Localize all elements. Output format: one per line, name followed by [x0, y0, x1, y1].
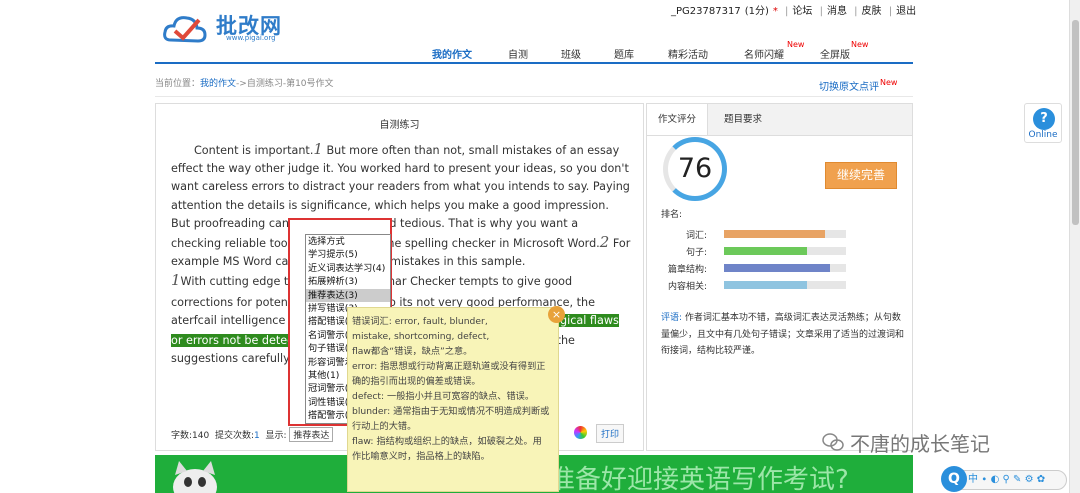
show-label: 显示: — [265, 431, 287, 441]
word-count-label: 字数: — [171, 431, 193, 441]
nav-fullscreen[interactable]: 全屏版 — [820, 46, 850, 61]
nav-question-bank[interactable]: 题库 — [614, 46, 634, 61]
scrollbar[interactable] — [1069, 0, 1080, 493]
score-tabs: 作文评分 题目要求 — [647, 104, 912, 136]
user-id[interactable]: _PG23787317 — [671, 6, 741, 17]
dropdown-option-selected[interactable]: 推荐表达(3) — [306, 288, 390, 303]
tab-score[interactable]: 作文评分 — [647, 104, 709, 135]
nav-underline — [155, 62, 913, 64]
teacher-comment: 评语: 作者词汇基本功不错，高级词汇表达灵活熟练；从句数量偏少，且文中有几处句子… — [661, 310, 906, 360]
link-messages[interactable]: 消息 — [827, 6, 847, 17]
sentence-number[interactable]: 2 — [600, 233, 610, 251]
color-picker-icon[interactable] — [574, 426, 587, 439]
watermark-text: 不唐的成长笔记 — [850, 432, 990, 456]
nav-my-essays[interactable]: 我的作文 — [432, 46, 472, 61]
essay-footer: 字数:140 提交次数:1 显示: 推荐表达 — [171, 427, 334, 442]
bar-track — [724, 281, 846, 289]
bar-label-vocab: 词汇: — [685, 231, 707, 241]
breadcrumb-rest: ->自测练习-第10号作文 — [236, 79, 334, 89]
nav-self-test[interactable]: 自测 — [508, 46, 528, 61]
close-icon[interactable]: × — [548, 306, 565, 323]
link-forum[interactable]: 论坛 — [792, 6, 812, 17]
nav-activities[interactable]: 精彩活动 — [668, 46, 708, 61]
link-logout[interactable]: 退出 — [896, 6, 916, 17]
bar-track — [724, 230, 846, 238]
tooltip-line: error: 指思想或行动背离正题轨道或没有得到正 — [352, 361, 546, 372]
submit-count-label: 提交次数: — [214, 431, 255, 441]
bar-label-sentence: 句子: — [685, 248, 707, 258]
suggestion-tooltip: 错误词汇: error, fault, blunder, mistake, sh… — [347, 307, 559, 492]
tooltip-line: defect: 一般指小并且可宽容的缺点、错误。 — [352, 391, 535, 402]
chat-icon: ? — [1033, 108, 1055, 130]
user-bar: _PG23787317 (1分) * | 论坛 | 消息 | 皮肤 | 退出 — [669, 2, 918, 17]
panel-title: 自测练习 — [379, 120, 420, 131]
continue-improve-button[interactable]: 继续完善 — [825, 162, 897, 189]
switch-label: 切换原文点评 — [819, 82, 879, 93]
switch-review-link[interactable]: 切换原文点评New — [819, 78, 898, 93]
comment-label: 评语: — [661, 313, 683, 323]
scrollbar-thumb[interactable] — [1072, 20, 1079, 225]
cat-mascot-icon — [173, 461, 217, 493]
show-select[interactable]: 推荐表达 — [289, 427, 334, 442]
divider: | — [854, 6, 858, 17]
rank-label: 排名: — [661, 210, 683, 220]
logo-url: www.pigai.org — [226, 34, 276, 42]
new-badge: New — [851, 40, 869, 49]
tab-requirements[interactable]: 题目要求 — [713, 104, 773, 135]
tooltip-line: 作比喻意义时，指品格上的缺陷。 — [352, 451, 490, 462]
tooltip-line: 行动上的大错。 — [352, 421, 417, 432]
bar-content — [724, 281, 807, 289]
tooltip-line: 确的指引而出现的偏差或错误。 — [352, 376, 481, 387]
breadcrumb: 当前位置：我的作文->自测练习-第10号作文 — [155, 76, 334, 89]
comment-text: 作者词汇基本功不错，高级词汇表达灵活熟练；从句数量偏少，且文中有几处句子错误；文… — [661, 313, 905, 356]
essay-segment: But more often than not, small mistakes … — [171, 144, 630, 251]
score-panel: 作文评分 题目要求 76 继续完善 排名: 词汇: 句子: 篇章结构: 内容相关… — [646, 103, 913, 451]
breadcrumb-link[interactable]: 我的作文 — [200, 79, 236, 89]
new-badge: New — [787, 40, 805, 49]
ime-logo-icon[interactable]: Q — [941, 466, 967, 492]
breadcrumb-prefix: 当前位置： — [155, 79, 201, 89]
nav-famous-teachers[interactable]: 名师闪耀 — [744, 46, 784, 61]
bar-track — [724, 247, 846, 255]
user-points: (1分) — [744, 6, 769, 17]
nav-class[interactable]: 班级 — [561, 46, 581, 61]
dropdown-option[interactable]: 选择方式 — [306, 235, 390, 248]
dropdown-option[interactable]: 近义词表达学习(4) — [306, 262, 390, 275]
online-support-widget[interactable]: ? Online — [1024, 103, 1062, 143]
divider: | — [819, 6, 823, 17]
divider: | — [888, 6, 893, 17]
new-badge: New — [880, 78, 898, 87]
tooltip-line: flaw都含“错误，缺点”之意。 — [352, 346, 473, 357]
bar-structure — [724, 264, 831, 272]
main-nav: 我的作文 自测 班级 题库 精彩活动 名师闪耀 New 全屏版 New — [0, 40, 1080, 62]
online-label: Online — [1028, 130, 1058, 140]
sentence-number[interactable]: 1 — [313, 140, 323, 158]
essay-segment: Content is important. — [194, 144, 314, 157]
user-star: * — [772, 6, 778, 17]
tooltip-line: blunder: 通常指由于无知或情况不明造成判断或 — [352, 406, 550, 417]
link-skin[interactable]: 皮肤 — [862, 6, 882, 17]
score-circle: 76 — [663, 137, 727, 201]
dropdown-option[interactable]: 学习提示(5) — [306, 248, 390, 261]
bar-vocab — [724, 230, 826, 238]
wechat-icon — [822, 433, 844, 451]
tooltip-line: flaw: 指结构或组织上的缺点，如破裂之处。用 — [352, 436, 542, 447]
bar-label-structure: 篇章结构: — [667, 265, 707, 275]
divider — [155, 96, 913, 97]
dropdown-option[interactable]: 拓展辨析(3) — [306, 275, 390, 288]
tooltip-line: mistake, shortcoming, defect, — [352, 331, 490, 342]
tooltip-line: 错误词汇: error, fault, blunder, — [352, 316, 488, 327]
submit-count[interactable]: 1 — [254, 431, 260, 441]
bar-sentence — [724, 247, 807, 255]
bar-track — [724, 264, 846, 272]
word-count: 140 — [192, 431, 210, 441]
bar-label-content: 内容相关: — [667, 282, 707, 292]
divider: | — [785, 6, 789, 17]
sentence-number[interactable]: 1 — [171, 271, 181, 289]
print-button[interactable]: 打印 — [596, 424, 625, 443]
